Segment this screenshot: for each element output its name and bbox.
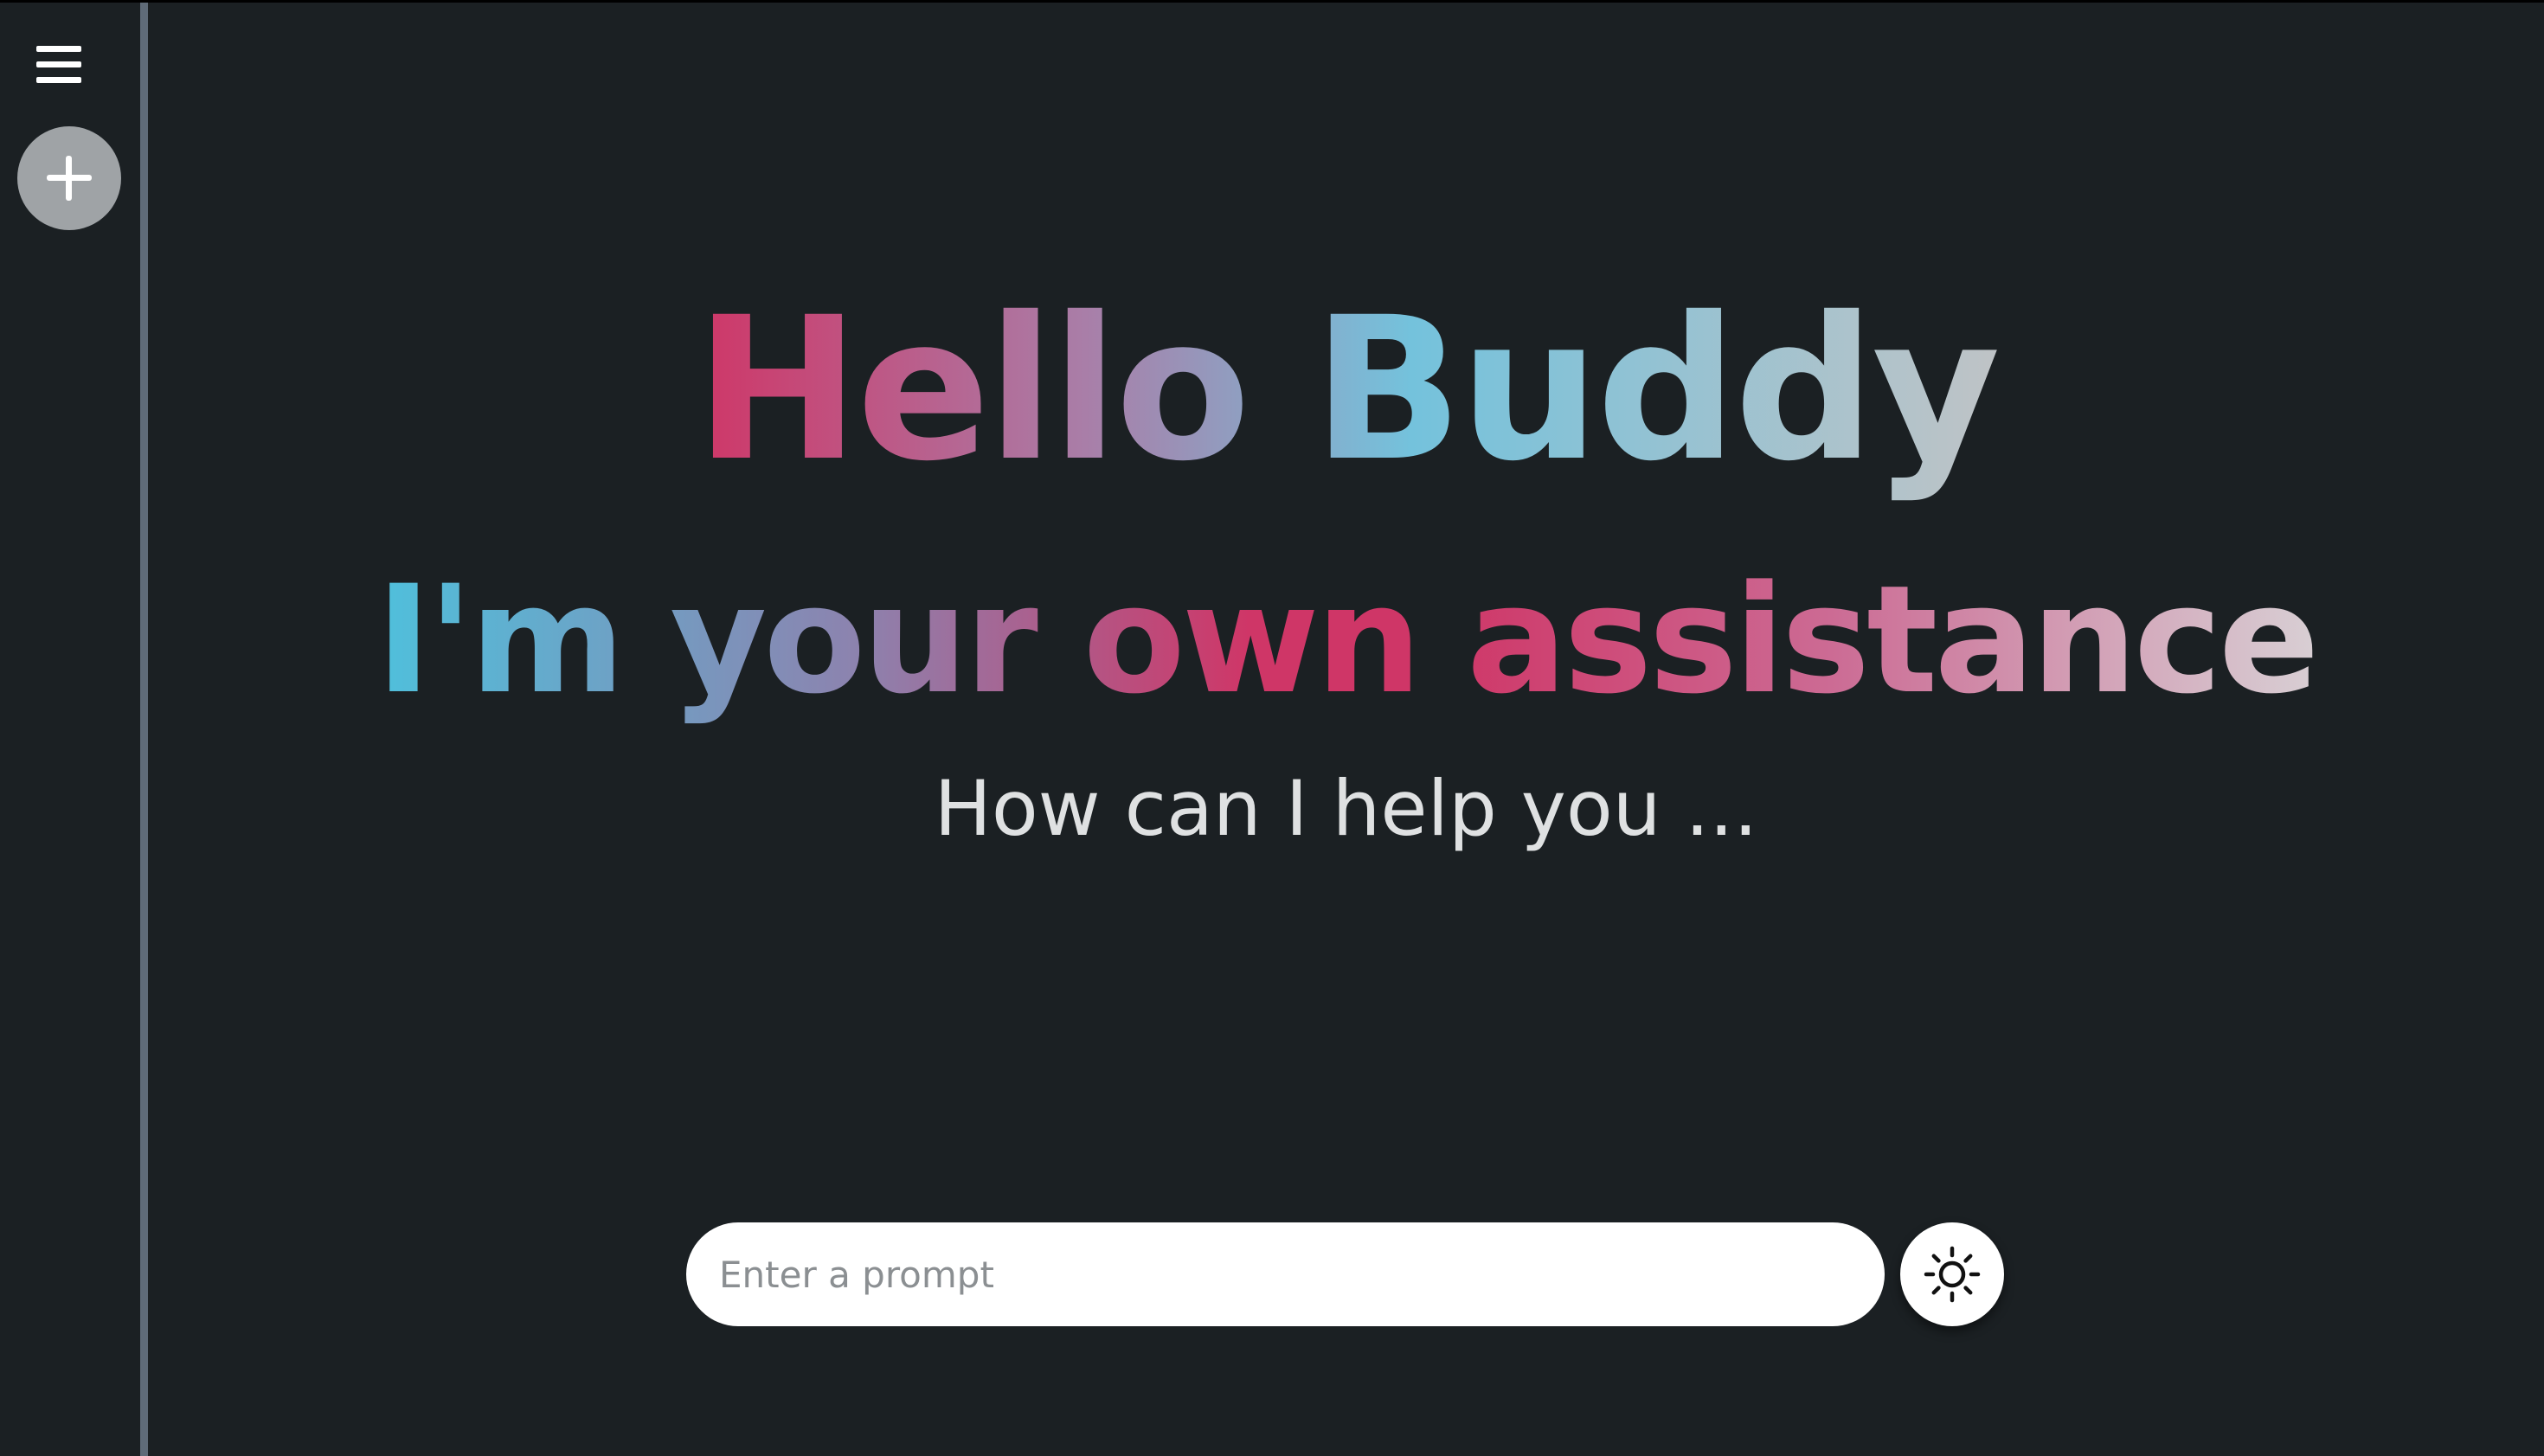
greeting-tagline: I'm your own assistance [148, 554, 2544, 727]
sun-icon [1924, 1246, 1981, 1303]
window-top-border [0, 0, 2544, 3]
new-chat-button[interactable] [17, 126, 121, 230]
sidebar-divider [140, 3, 148, 1456]
menu-icon[interactable] [33, 44, 87, 87]
greeting-title: Hello Buddy [148, 277, 2544, 502]
help-subtitle: How can I help you ... [934, 764, 1758, 853]
greeting-tagline-text: I'm your own assistance [376, 553, 2319, 727]
theme-toggle-button[interactable] [1900, 1222, 2004, 1326]
prompt-input[interactable] [686, 1222, 1885, 1326]
greeting-title-text: Hello Buddy [695, 274, 2001, 504]
menu-icon-bar [36, 77, 81, 83]
sidebar [0, 3, 140, 1456]
plus-icon-stroke [66, 156, 72, 201]
menu-icon-bar [36, 46, 81, 52]
menu-icon-bar [36, 61, 81, 67]
